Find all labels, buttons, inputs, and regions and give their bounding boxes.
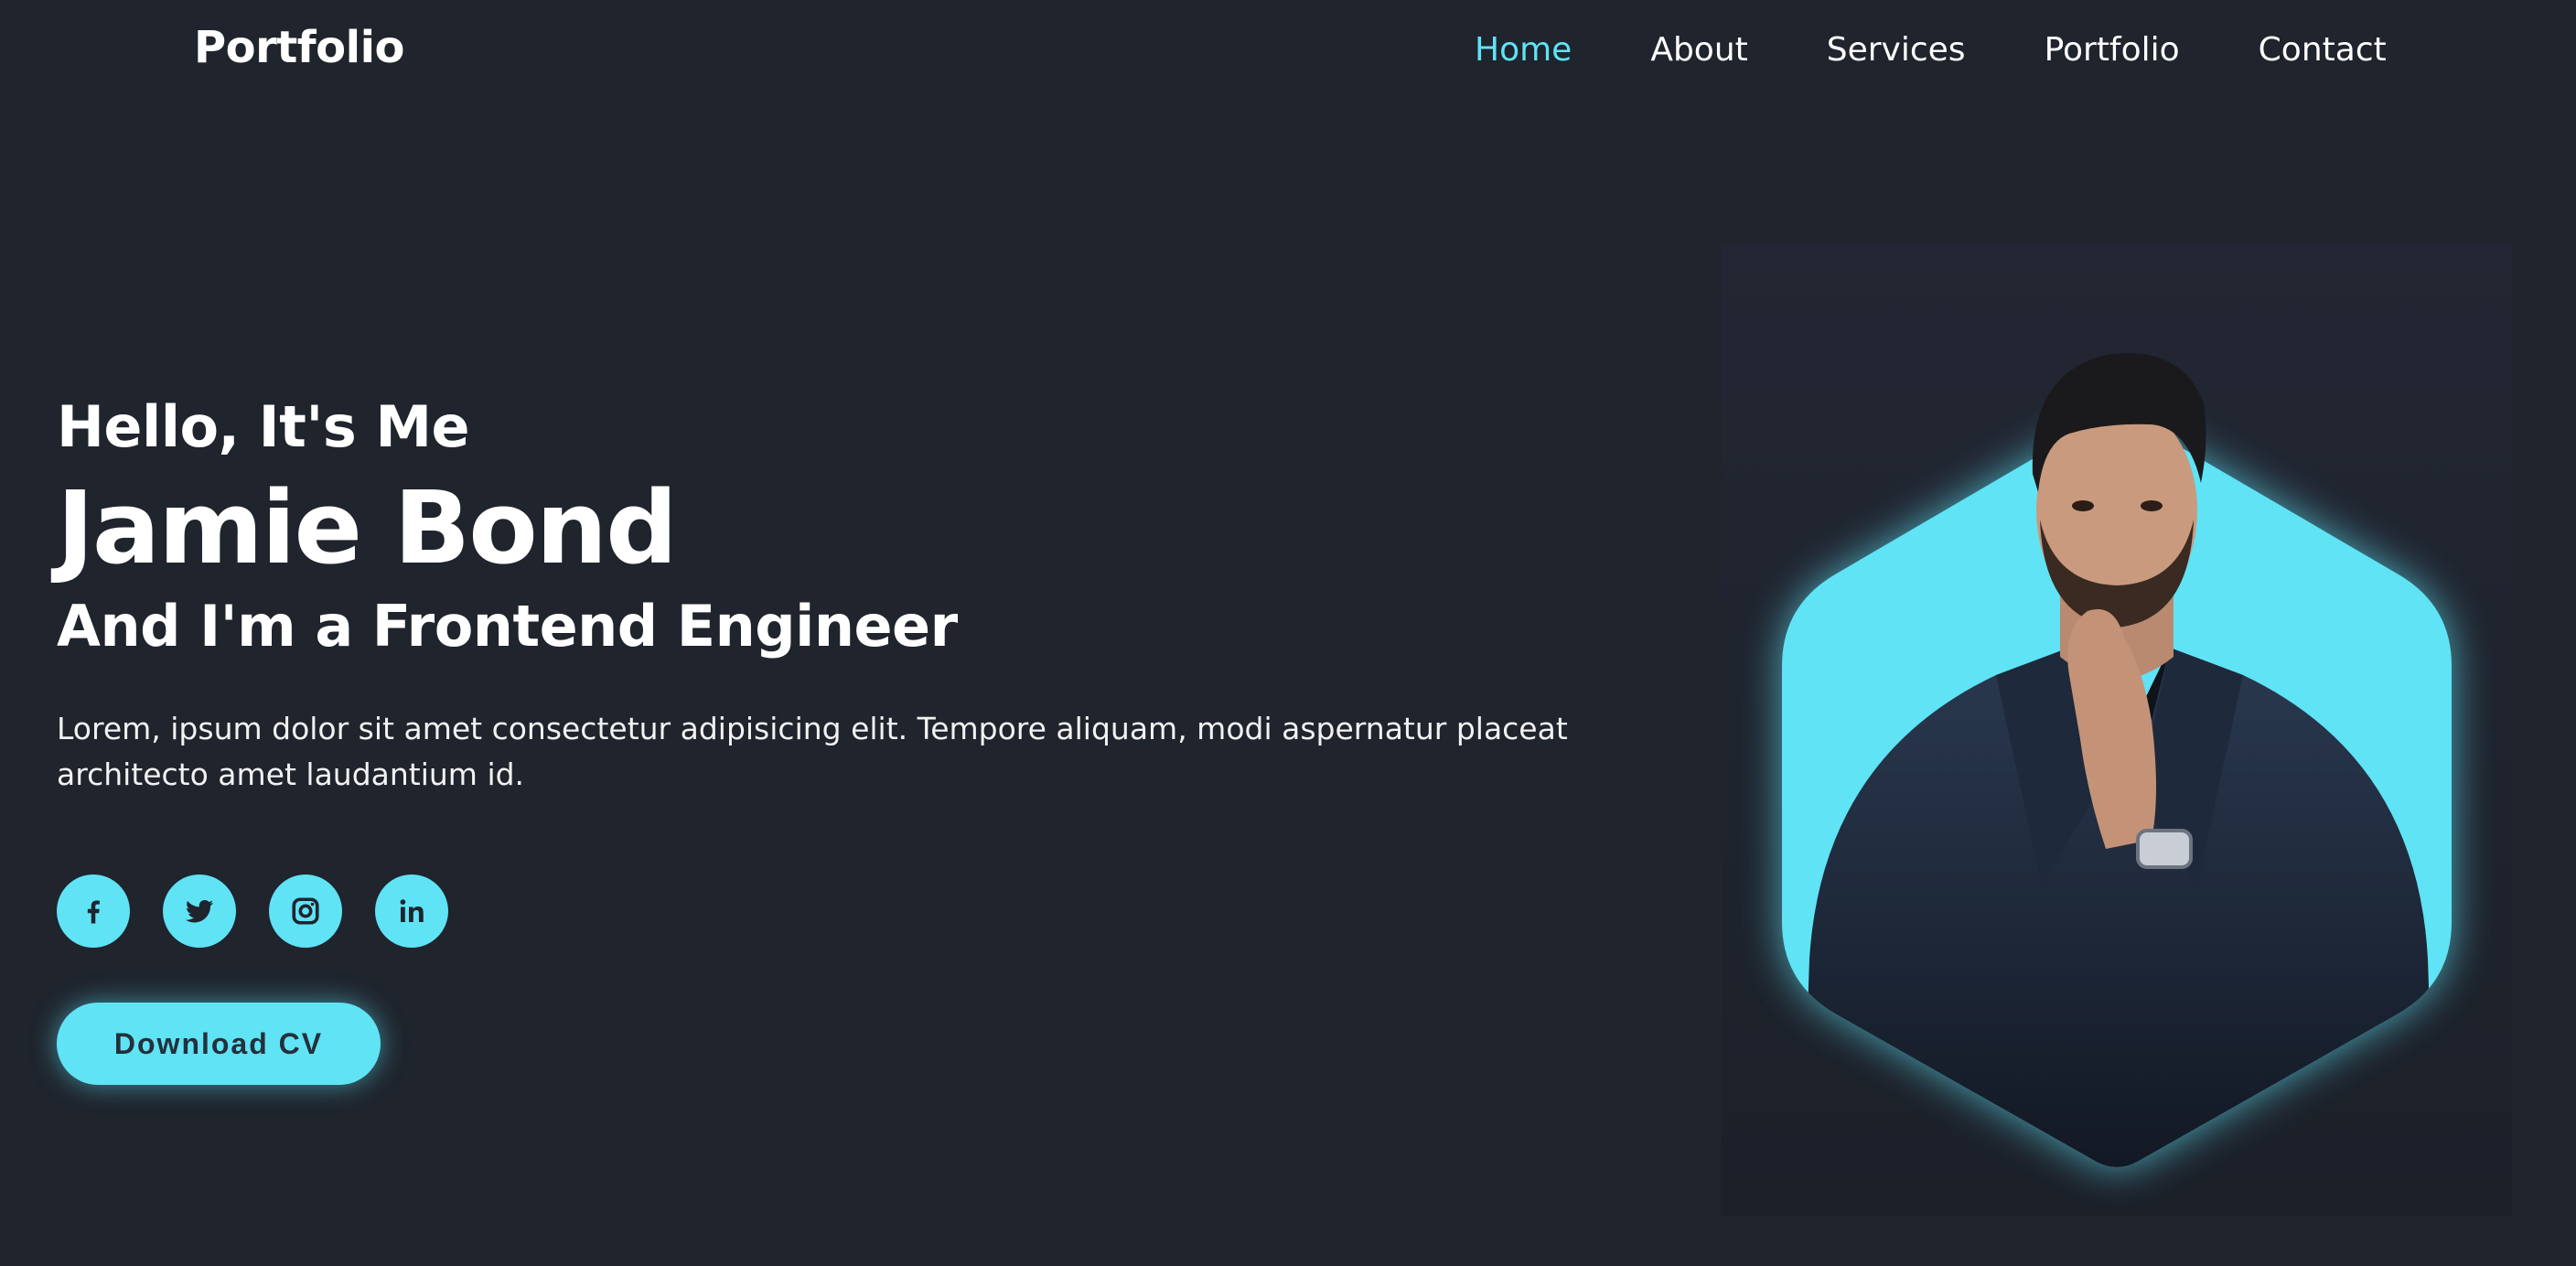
nav-about[interactable]: About — [1650, 31, 1747, 69]
linkedin-link[interactable] — [375, 874, 448, 948]
instagram-link[interactable] — [269, 874, 342, 948]
profile-image — [1782, 353, 2452, 1167]
site-header: Portfolio Home About Services Portfolio … — [0, 0, 2576, 106]
person-eye-left — [2072, 500, 2094, 511]
hero-name: Jamie Bond — [57, 469, 678, 586]
person-eye-right — [2141, 500, 2163, 511]
hero-description: Lorem, ipsum dolor sit amet consectetur … — [57, 711, 1568, 792]
instagram-icon — [292, 897, 319, 925]
download-cv-button[interactable]: Download CV — [57, 1003, 381, 1085]
nav-home[interactable]: Home — [1475, 31, 1572, 69]
twitter-link[interactable] — [163, 874, 236, 948]
nav-services[interactable]: Services — [1827, 31, 1966, 69]
linkedin-icon — [400, 899, 424, 922]
site-logo[interactable]: Portfolio — [194, 22, 405, 73]
nav-contact[interactable]: Contact — [2259, 31, 2387, 69]
person-watch — [2136, 829, 2193, 869]
profile-image-panel — [1722, 245, 2512, 1217]
hero-role: And I'm a Frontend Engineer — [57, 593, 958, 660]
facebook-link[interactable] — [57, 874, 130, 948]
nav-portfolio[interactable]: Portfolio — [2045, 31, 2180, 69]
social-links — [57, 874, 481, 948]
hero-greeting: Hello, It's Me — [57, 393, 470, 460]
main-nav: Home About Services Portfolio Contact — [1475, 31, 2387, 69]
twitter-icon — [186, 900, 213, 923]
hero-text: Hello, It's Me Jamie Bond And I'm a Fron… — [57, 388, 1703, 798]
facebook-icon — [87, 900, 100, 924]
